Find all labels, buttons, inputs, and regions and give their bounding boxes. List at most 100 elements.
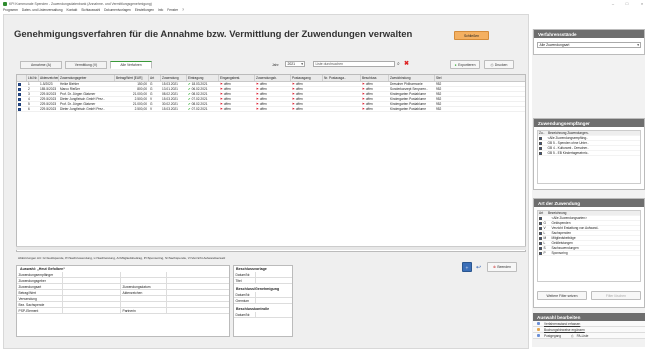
col-zweckbindung[interactable]: Zweckbindung — [389, 75, 435, 81]
undo-icon[interactable]: ↩ — [476, 264, 481, 271]
search-input[interactable]: Liste durchsuchen — [313, 61, 395, 67]
menu-item-help[interactable]: ? — [182, 8, 184, 12]
cell-beschluss: ⚑ offen — [361, 107, 389, 111]
weitere-filter-button[interactable]: Weitere Filter setzen — [537, 291, 587, 300]
action-label: Verfahrensstand erfassen — [544, 321, 581, 326]
details-field[interactable] — [63, 290, 121, 295]
cell-stel-text: 952 — [436, 87, 442, 91]
checkbox-icon[interactable] — [539, 146, 542, 150]
verfahrensstand-select[interactable]: Alle Zuwendungsart ▾ — [537, 42, 641, 48]
tab-alle-verfahren[interactable]: Alle Verfahren — [110, 61, 152, 69]
details-field[interactable] — [63, 278, 121, 283]
details-field[interactable] — [63, 302, 121, 307]
col-eintragung[interactable]: Eintragung — [187, 75, 219, 81]
details-field-2[interactable] — [167, 272, 229, 277]
details-field-2[interactable] — [167, 290, 229, 295]
export-button[interactable]: ● Exportieren — [450, 60, 480, 69]
bv-datum-field[interactable] — [256, 272, 292, 277]
checkbox-icon[interactable] — [539, 246, 542, 250]
checkbox-icon[interactable] — [539, 251, 542, 255]
checkbox-icon[interactable] — [539, 226, 542, 230]
cell-art-text: G — [150, 82, 153, 86]
add-icon[interactable]: ＋ — [462, 262, 472, 272]
col-aktenzeichen[interactable]: Aktenzeichen — [39, 75, 59, 81]
checkbox-icon[interactable] — [539, 236, 542, 240]
print-button[interactable]: ⎙ Drucken — [484, 60, 514, 69]
checkbox-icon[interactable] — [539, 221, 542, 225]
col-zuwendungsb[interactable]: Zuwendungsb. — [255, 75, 291, 81]
menu-item-sichtauswahl[interactable]: Sichtauswahl — [81, 8, 100, 12]
table-row[interactable]: 6 229-5/2023 Dieter Jungfleisch GmbH Prez.… — [17, 107, 525, 112]
search-icon[interactable]: ⌕ — [397, 61, 403, 67]
col-zuwendung[interactable]: Zuwendung — [161, 75, 187, 81]
col-lfdnr[interactable]: Lfd.Nr. — [27, 75, 39, 81]
details-field-2[interactable] — [167, 278, 229, 283]
cell-art-text: G — [150, 92, 153, 96]
cell-betrag-text: 2.500,00 — [134, 107, 147, 111]
menu-item-programm[interactable]: Programm — [3, 8, 18, 12]
empfaenger-item-label: GB 4 - Kulturamt - Dresdner.. — [547, 146, 589, 150]
col-zuwendungsgeber[interactable]: Zuwendungsgeber — [59, 75, 115, 81]
row-checkbox[interactable] — [18, 87, 21, 91]
bk-datum-field[interactable] — [256, 312, 292, 317]
flag-icon: ⚑ — [362, 97, 365, 101]
row-checkbox[interactable] — [18, 102, 21, 106]
col-art[interactable]: Art — [149, 75, 161, 81]
tab-vermittlung[interactable]: Vermittlung (V) — [65, 61, 107, 69]
art-item[interactable]: P Sponsoring — [538, 251, 640, 256]
maximize-icon[interactable]: □ — [621, 0, 633, 7]
row-checkbox[interactable] — [18, 92, 21, 96]
menu-item-fenster[interactable]: Fenster — [167, 8, 178, 12]
empfaenger-item[interactable]: GB 5 - EB Kindertageseinric.. — [538, 151, 640, 156]
details-field-2[interactable] — [167, 296, 229, 301]
details-field[interactable] — [63, 284, 121, 289]
checkbox-icon[interactable] — [539, 241, 542, 245]
col-stel[interactable]: Stel — [435, 75, 449, 81]
cell-eintragung: ✔ 07.02.2021 — [187, 97, 219, 101]
cell-nr-postausgang — [323, 102, 361, 106]
row-checkbox[interactable] — [18, 82, 21, 86]
checkbox-icon[interactable] — [539, 216, 542, 220]
col-eingangsbest[interactable]: Eingangsbest. — [219, 75, 255, 81]
details-field-2[interactable] — [167, 284, 229, 289]
cell-eintragung-text: 07.02.2021 — [191, 107, 208, 111]
checkbox-icon[interactable] — [539, 151, 542, 155]
details-field[interactable] — [63, 272, 121, 277]
row-checkbox[interactable] — [18, 107, 21, 111]
checkbox-icon[interactable] — [539, 141, 542, 145]
menu-item-einstellungen[interactable]: Einstellungen — [135, 8, 154, 12]
cell-betrag-text: 2.500,00 — [134, 97, 147, 101]
postgegang-button[interactable]: Postgegang — [544, 334, 561, 338]
flag-icon: ⚑ — [362, 102, 365, 106]
close-window-icon[interactable]: × — [636, 0, 648, 7]
details-field-2[interactable] — [167, 302, 229, 307]
row-checkbox[interactable] — [18, 97, 21, 101]
year-select[interactable]: 2021 ▾ — [285, 61, 305, 67]
menu-item-info[interactable]: Info — [158, 8, 163, 12]
cell-betrag: 21.000,00 — [115, 102, 149, 106]
col-postausgang[interactable]: Postausgang — [291, 75, 323, 81]
horizontal-scrollbar[interactable] — [16, 246, 526, 250]
cell-select — [17, 92, 27, 96]
menu-item-daten[interactable]: Daten- und Listenverwaltung — [22, 8, 63, 12]
bg-gremium-field[interactable] — [256, 298, 292, 303]
checkbox-icon[interactable] — [539, 231, 542, 235]
clear-search-icon[interactable]: ✖ — [404, 61, 410, 67]
tab-annahme[interactable]: Annahme (A) — [20, 61, 62, 69]
details-field[interactable] — [63, 308, 121, 313]
menu-item-dokumentvorlagen[interactable]: Dokumentvorlagen — [104, 8, 131, 12]
details-field[interactable] — [63, 296, 121, 301]
col-beschluss[interactable]: Beschluss — [361, 75, 389, 81]
col-betrag[interactable]: Betrag/Wert [EUR] — [115, 75, 149, 81]
details-field-2[interactable] — [167, 308, 229, 313]
beenden-button[interactable]: ⊗ Beenden — [487, 262, 517, 272]
minimize-icon[interactable]: – — [607, 0, 619, 7]
bg-datum-field[interactable] — [256, 292, 292, 297]
bv-titel-field[interactable] — [256, 278, 292, 283]
close-button[interactable]: Schließen — [454, 31, 489, 40]
pa-liste-button[interactable]: PA-Liste — [577, 334, 589, 338]
menu-item-kontakt[interactable]: Kontakt — [66, 8, 77, 12]
col-nr-postausgang[interactable]: Nr. Postausga.. — [323, 75, 361, 81]
checkbox-icon[interactable] — [539, 136, 542, 140]
filter-loeschen-button[interactable]: Filter löschen — [591, 291, 641, 300]
